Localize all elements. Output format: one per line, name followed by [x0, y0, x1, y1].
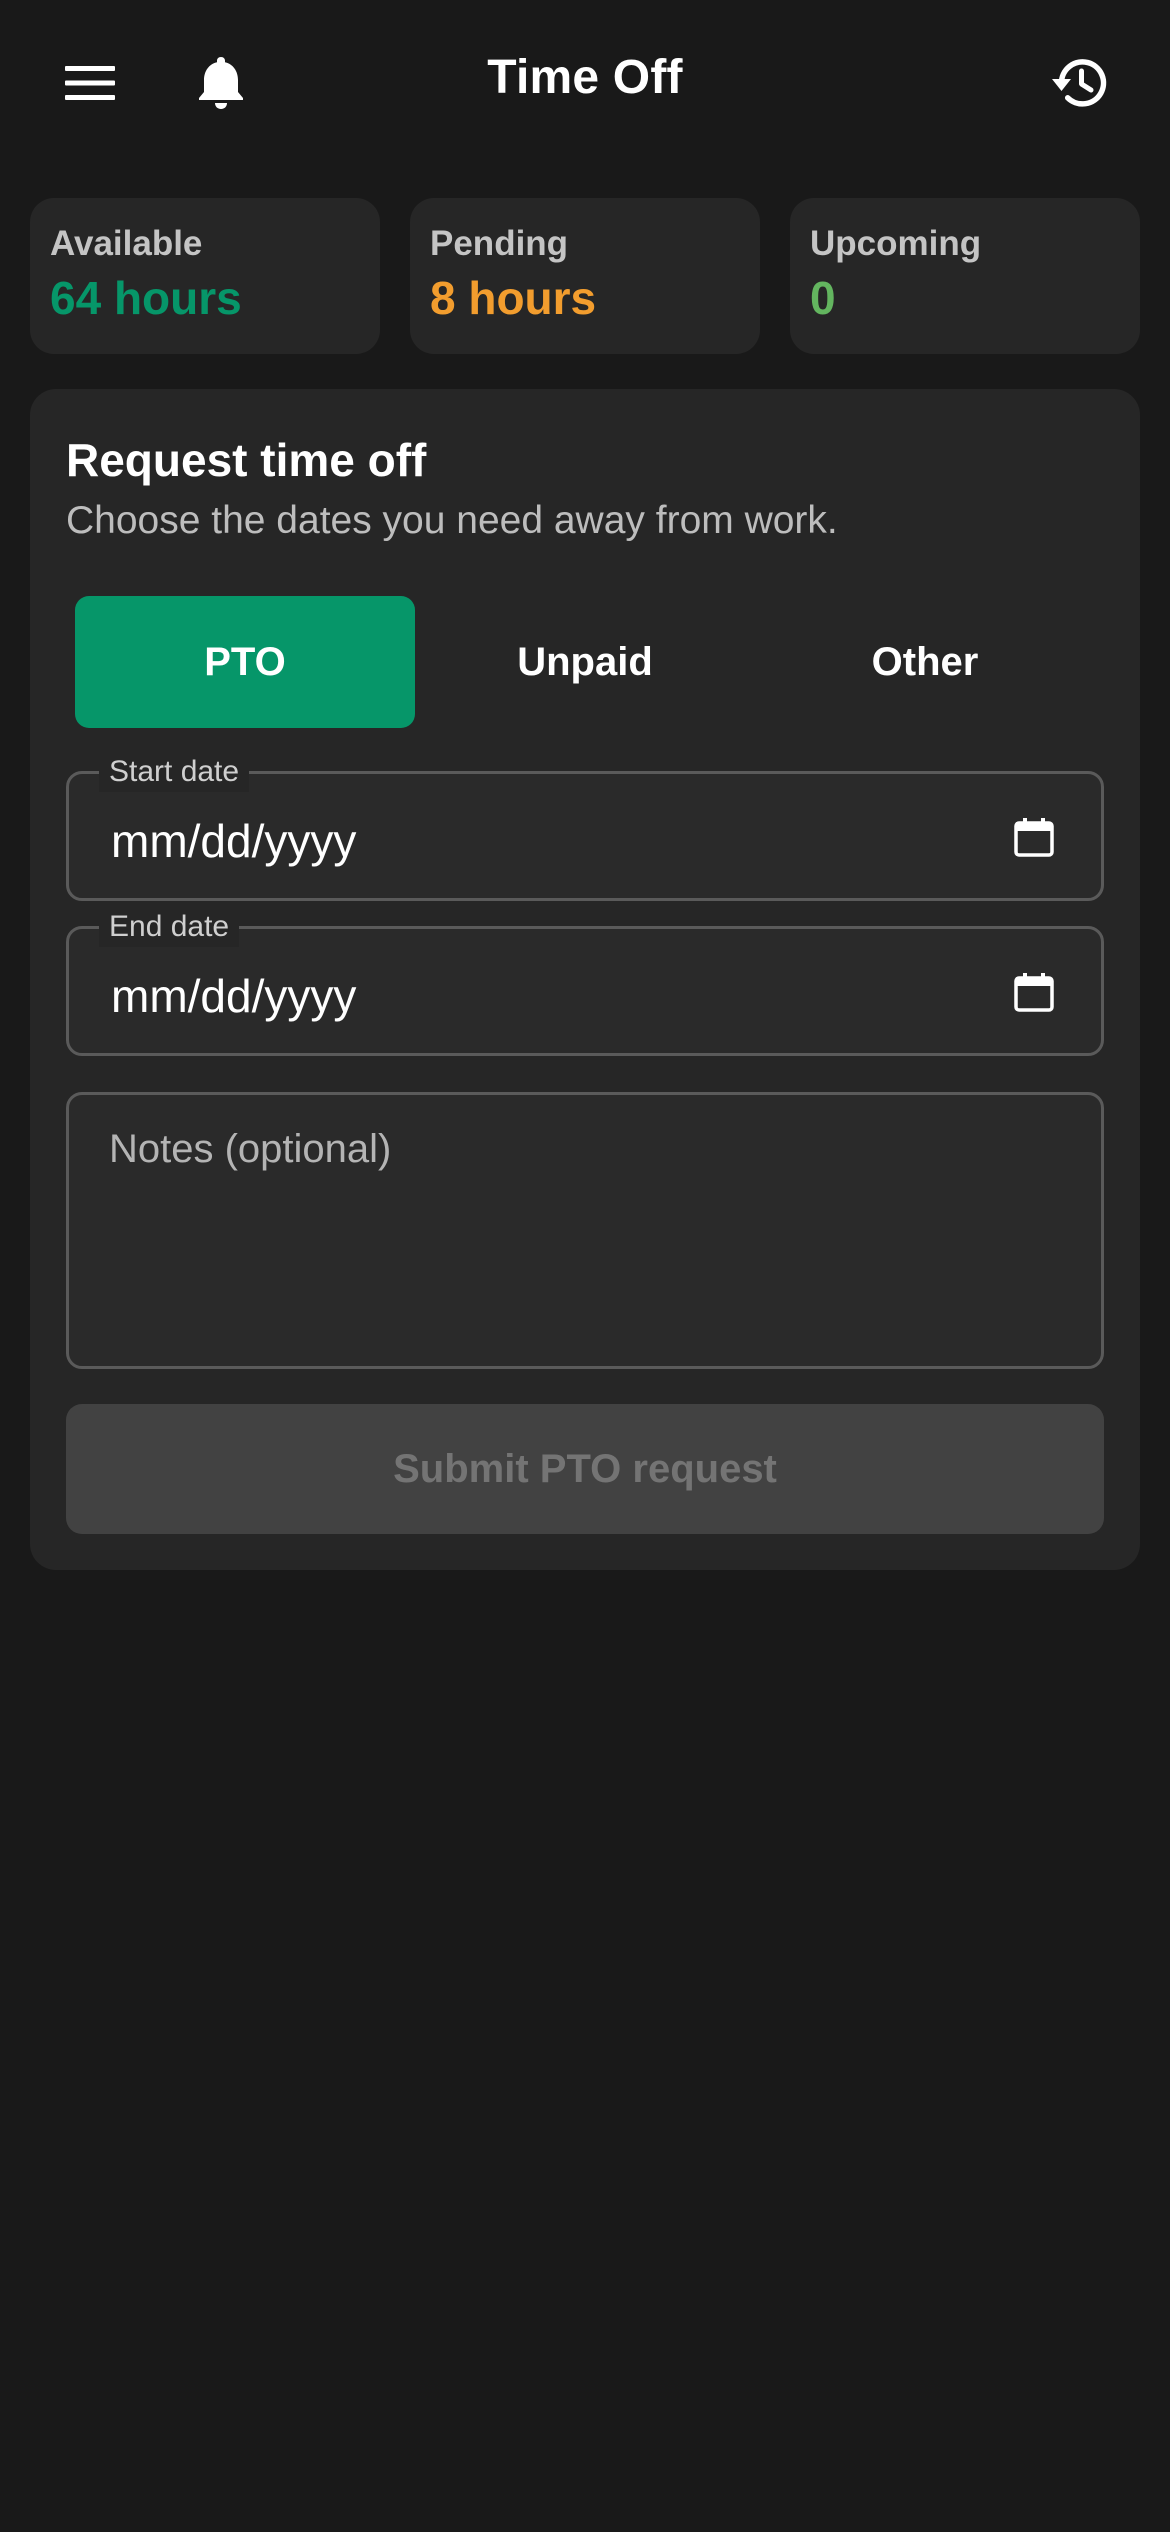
end-date-value[interactable]: mm/dd/yyyy [111, 969, 356, 1023]
submit-button[interactable]: Submit PTO request [66, 1404, 1104, 1534]
start-date-value[interactable]: mm/dd/yyyy [111, 814, 356, 868]
top-app-bar: Time Off [0, 0, 1170, 165]
stat-label: Pending [430, 224, 569, 263]
calendar-icon[interactable] [1013, 816, 1055, 858]
start-date-field[interactable]: Start date mm/dd/yyyy [66, 752, 1104, 901]
calendar-icon[interactable] [1013, 971, 1055, 1013]
stat-value: 0 [810, 272, 836, 324]
stat-label: Available [50, 224, 203, 263]
history-button[interactable] [1035, 38, 1125, 128]
balance-summary: Available 64 hours Pending 8 hours Upcom… [30, 198, 1140, 354]
tab-pto[interactable]: PTO [75, 596, 415, 728]
stat-card-pending: Pending 8 hours [410, 198, 760, 354]
stat-card-available: Available 64 hours [30, 198, 380, 354]
card-subtitle: Choose the dates you need away from work… [66, 499, 838, 542]
history-icon [1052, 59, 1107, 107]
page-title: Time Off [487, 51, 683, 104]
stat-value: 64 hours [50, 272, 242, 324]
stat-value: 8 hours [430, 272, 597, 324]
start-date-label: Start date [99, 752, 250, 792]
tab-unpaid[interactable]: Unpaid [415, 596, 755, 728]
stat-card-upcoming: Upcoming 0 [790, 198, 1140, 354]
tab-other[interactable]: Other [755, 596, 1095, 728]
card-title: Request time off [66, 434, 427, 486]
stat-label: Upcoming [810, 224, 982, 263]
end-date-label: End date [99, 907, 240, 947]
notes-placeholder: Notes (optional) [109, 1127, 392, 1171]
request-card: Request time off Choose the dates you ne… [30, 389, 1140, 1570]
leave-type-tabs: PTO Unpaid Other [75, 596, 1095, 728]
end-date-field[interactable]: End date mm/dd/yyyy [66, 907, 1104, 1056]
notes-input[interactable]: Notes (optional) [66, 1092, 1104, 1369]
